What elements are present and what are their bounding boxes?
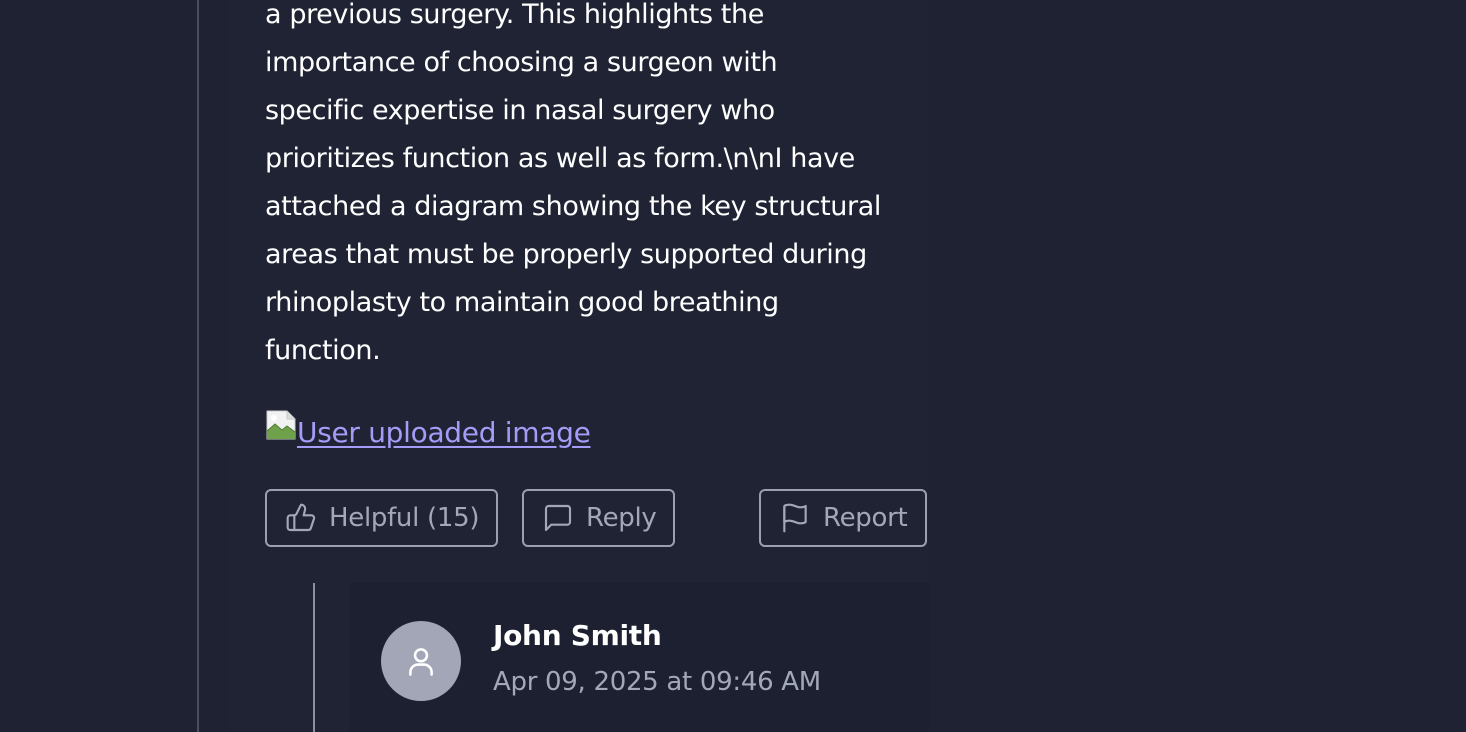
helpful-button-label: Helpful (15) bbox=[329, 503, 480, 533]
reply-button-label: Reply bbox=[586, 503, 657, 533]
avatar bbox=[381, 621, 461, 701]
comment-body: a previous surgery. This highlights the … bbox=[265, 0, 945, 375]
comment-body-line: attached a diagram showing the key struc… bbox=[265, 191, 881, 222]
reply-thread-line bbox=[313, 583, 315, 732]
thread-line bbox=[197, 0, 199, 732]
helpful-button[interactable]: Helpful (15) bbox=[265, 489, 498, 547]
report-button[interactable]: Report bbox=[759, 489, 927, 547]
broken-image-icon bbox=[265, 409, 297, 441]
uploaded-image-link-text: User uploaded image bbox=[297, 416, 591, 449]
comment-body-line: prioritizes function as well as form.\n\… bbox=[265, 143, 855, 174]
reply-timestamp: Apr 09, 2025 at 09:46 AM bbox=[493, 667, 821, 697]
flag-icon bbox=[783, 503, 807, 533]
user-icon bbox=[409, 648, 433, 676]
report-button-label: Report bbox=[823, 503, 908, 533]
chat-bubble-icon bbox=[544, 504, 572, 532]
reply-author-name: John Smith bbox=[493, 619, 662, 652]
comment-body-line: areas that must be properly supported du… bbox=[265, 239, 867, 270]
comment-body-line: specific expertise in nasal surgery who bbox=[265, 95, 775, 126]
reply-button[interactable]: Reply bbox=[522, 489, 675, 547]
comment-body-line: importance of choosing a surgeon with bbox=[265, 47, 778, 78]
comment-body-line: function. bbox=[265, 335, 381, 366]
comment-body-line: rhinoplasty to maintain good breathing bbox=[265, 287, 779, 318]
discussion-thread: a previous surgery. This highlights the … bbox=[0, 0, 1466, 732]
comment-body-line: a previous surgery. This highlights the bbox=[265, 0, 764, 30]
uploaded-image-link[interactable]: User uploaded image bbox=[265, 409, 591, 457]
thumbs-up-icon bbox=[286, 503, 316, 532]
